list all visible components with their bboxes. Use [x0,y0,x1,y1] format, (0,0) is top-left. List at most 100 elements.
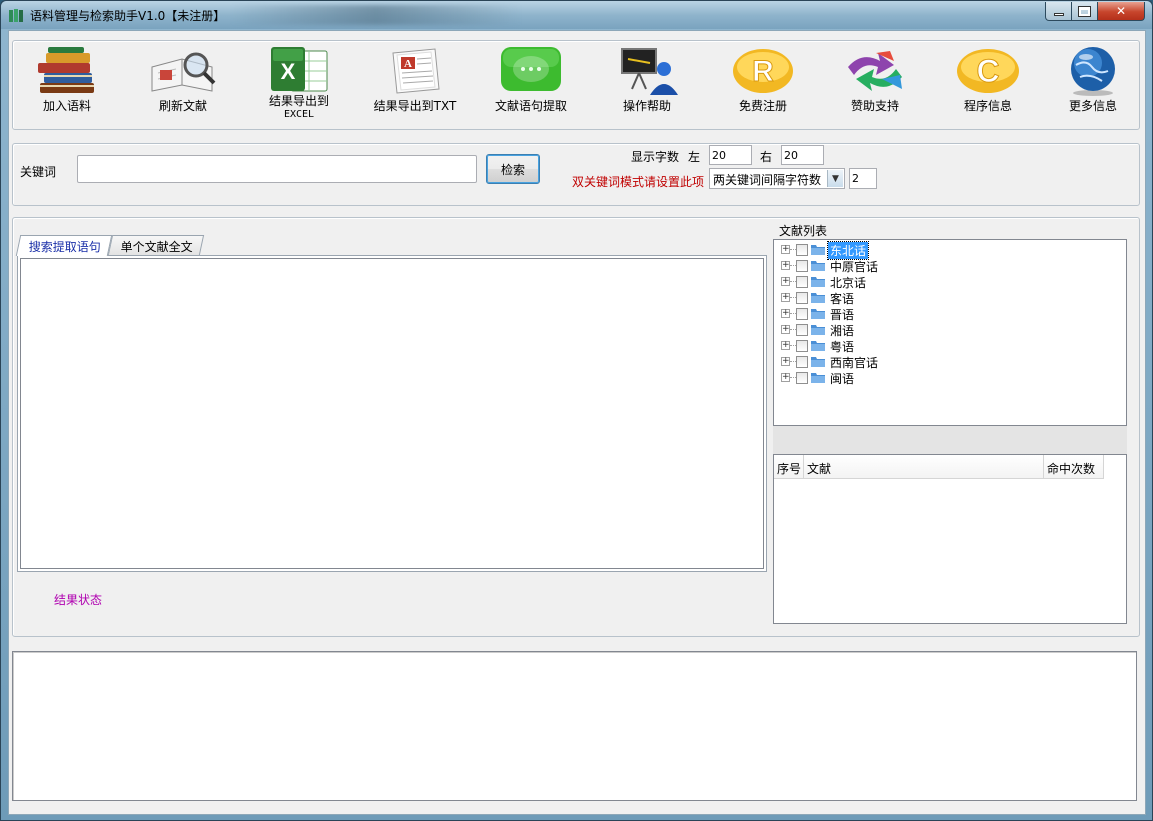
help-button[interactable]: 操作帮助 [597,41,697,129]
refresh-docs-button[interactable]: 刷新文献 [133,41,233,129]
chevron-down-icon[interactable]: ▼ [827,170,843,187]
maximize-button[interactable] [1072,2,1098,21]
table-header: 序号 文献 命中次数 [774,455,1104,479]
doc-list-title: 文献列表 [779,224,828,238]
copyright-icon: C [957,49,1019,93]
col-document[interactable]: 文献 [804,455,1044,479]
minimize-button[interactable] [1045,2,1072,21]
svg-text:X: X [281,59,296,84]
tab-search-sentences[interactable]: 搜索提取语句 [15,235,113,256]
sponsor-button[interactable]: 赞助支持 [825,41,925,129]
expand-icon[interactable]: + [781,245,790,254]
app-window: 语料管理与检索助手V1.0【未注册】 ✕ 加入语料 刷新文献 X 结果导出到 E… [0,0,1153,821]
expand-icon[interactable]: + [781,309,790,318]
results-textarea[interactable] [20,258,764,569]
maximize-icon [1078,5,1091,17]
col-hit-count[interactable]: 命中次数 [1044,455,1104,479]
tree-item[interactable]: + 粤语 [774,337,974,354]
export-excel-button[interactable]: X 结果导出到 EXCEL [249,41,349,129]
folder-icon [811,325,825,335]
extract-sentences-label: 文献语句提取 [494,99,567,113]
result-status: 结果状态 [54,593,103,607]
program-info-button[interactable]: C 程序信息 [938,41,1038,129]
expand-icon[interactable]: + [781,373,790,382]
folder-icon [811,357,825,367]
interval-input[interactable]: 2 [849,168,877,189]
tree-checkbox[interactable] [796,324,808,336]
keyword-label: 关键词 [20,165,57,179]
add-corpus-button[interactable]: 加入语料 [17,41,117,129]
tree-item[interactable]: + 中原官话 [774,257,974,274]
log-textarea[interactable] [12,651,1137,801]
expand-icon[interactable]: + [781,357,790,366]
close-button[interactable]: ✕ [1098,2,1145,21]
export-excel-label: 结果导出到 [268,94,329,108]
tree-item[interactable]: + 湘语 [774,321,974,338]
close-icon: ✕ [1115,4,1127,18]
keyword-input[interactable] [77,155,477,183]
refresh-docs-label: 刷新文献 [158,99,207,113]
left-chars-input[interactable]: 20 [709,145,752,165]
folder-icon [811,341,825,351]
svg-text:R: R [752,55,774,88]
presenter-icon [621,48,678,95]
tab-single-doc[interactable]: 单个文献全文 [107,235,205,255]
right-chars-input[interactable]: 20 [781,145,824,165]
expand-icon[interactable]: + [781,293,790,302]
title-blur [231,5,521,25]
tree-item[interactable]: + 晋语 [774,305,974,322]
export-txt-button[interactable]: A 结果导出到TXT [365,41,465,129]
interval-select[interactable]: 两关键词间隔字符数 ▼ [709,168,845,189]
tree-checkbox[interactable] [796,260,808,272]
tree-checkbox[interactable] [796,340,808,352]
col-index[interactable]: 序号 [774,455,804,479]
tree-checkbox[interactable] [796,308,808,320]
folder-icon [811,373,825,383]
books-icon [38,47,94,93]
svg-text:C: C [976,53,999,89]
document-icon: A [392,48,440,94]
tab-single-doc-label: 单个文献全文 [120,240,193,254]
app-icon [9,9,23,22]
extract-sentences-button[interactable]: 文献语句提取 [481,41,581,129]
folder-icon [811,293,825,303]
tree-item[interactable]: + 客语 [774,289,974,306]
tree-item[interactable]: + 东北话 [774,241,974,260]
doc-tree[interactable]: + 东北话 + 中原官话 + 北京话 + 客语 + 晋语 + 湘语 + 粤语 +… [773,239,1127,426]
tab-search-sentences-label: 搜索提取语句 [28,240,101,254]
registered-icon: R [733,49,793,93]
book-magnifier-icon [151,52,216,92]
tree-checkbox[interactable] [796,356,808,368]
tree-checkbox[interactable] [796,276,808,288]
client-area: 加入语料 刷新文献 X 结果导出到 EXCEL A 结果导出到TXT 文献语句提… [8,30,1146,815]
doc-hits-table[interactable]: 序号 文献 命中次数 [773,454,1127,624]
right-label: 右 [760,150,773,164]
dual-mode-note: 双关键词模式请设置此项 [572,175,705,189]
export-excel-sublabel: EXCEL [283,109,315,120]
register-button[interactable]: R 免费注册 [713,41,813,129]
minimize-icon [1053,12,1064,16]
tree-checkbox[interactable] [796,244,808,256]
chat-bubble-icon [501,47,561,91]
window-controls: ✕ [1045,2,1145,22]
title-bar[interactable]: 语料管理与检索助手V1.0【未注册】 ✕ [1,1,1152,29]
splitter[interactable] [773,426,1127,454]
tree-item[interactable]: + 西南官话 [774,353,974,370]
tree-checkbox[interactable] [796,292,808,304]
display-chars-label: 显示字数 [631,150,680,164]
help-label: 操作帮助 [622,99,671,113]
expand-icon[interactable]: + [781,325,790,334]
folder-icon [811,309,825,319]
add-corpus-label: 加入语料 [42,99,91,113]
tree-checkbox[interactable] [796,372,808,384]
more-info-button[interactable]: 更多信息 [1043,41,1143,129]
search-button[interactable]: 检索 [486,154,540,184]
search-panel: 关键词 检索 显示字数 左 20 右 20 双关键词模式请设置此项 两关键词间隔… [12,143,1140,206]
tree-item[interactable]: + 北京话 [774,273,974,290]
register-label: 免费注册 [738,99,787,113]
expand-icon[interactable]: + [781,341,790,350]
expand-icon[interactable]: + [781,261,790,270]
tree-item[interactable]: + 闽语 [774,369,974,386]
folder-icon [811,277,825,287]
expand-icon[interactable]: + [781,277,790,286]
